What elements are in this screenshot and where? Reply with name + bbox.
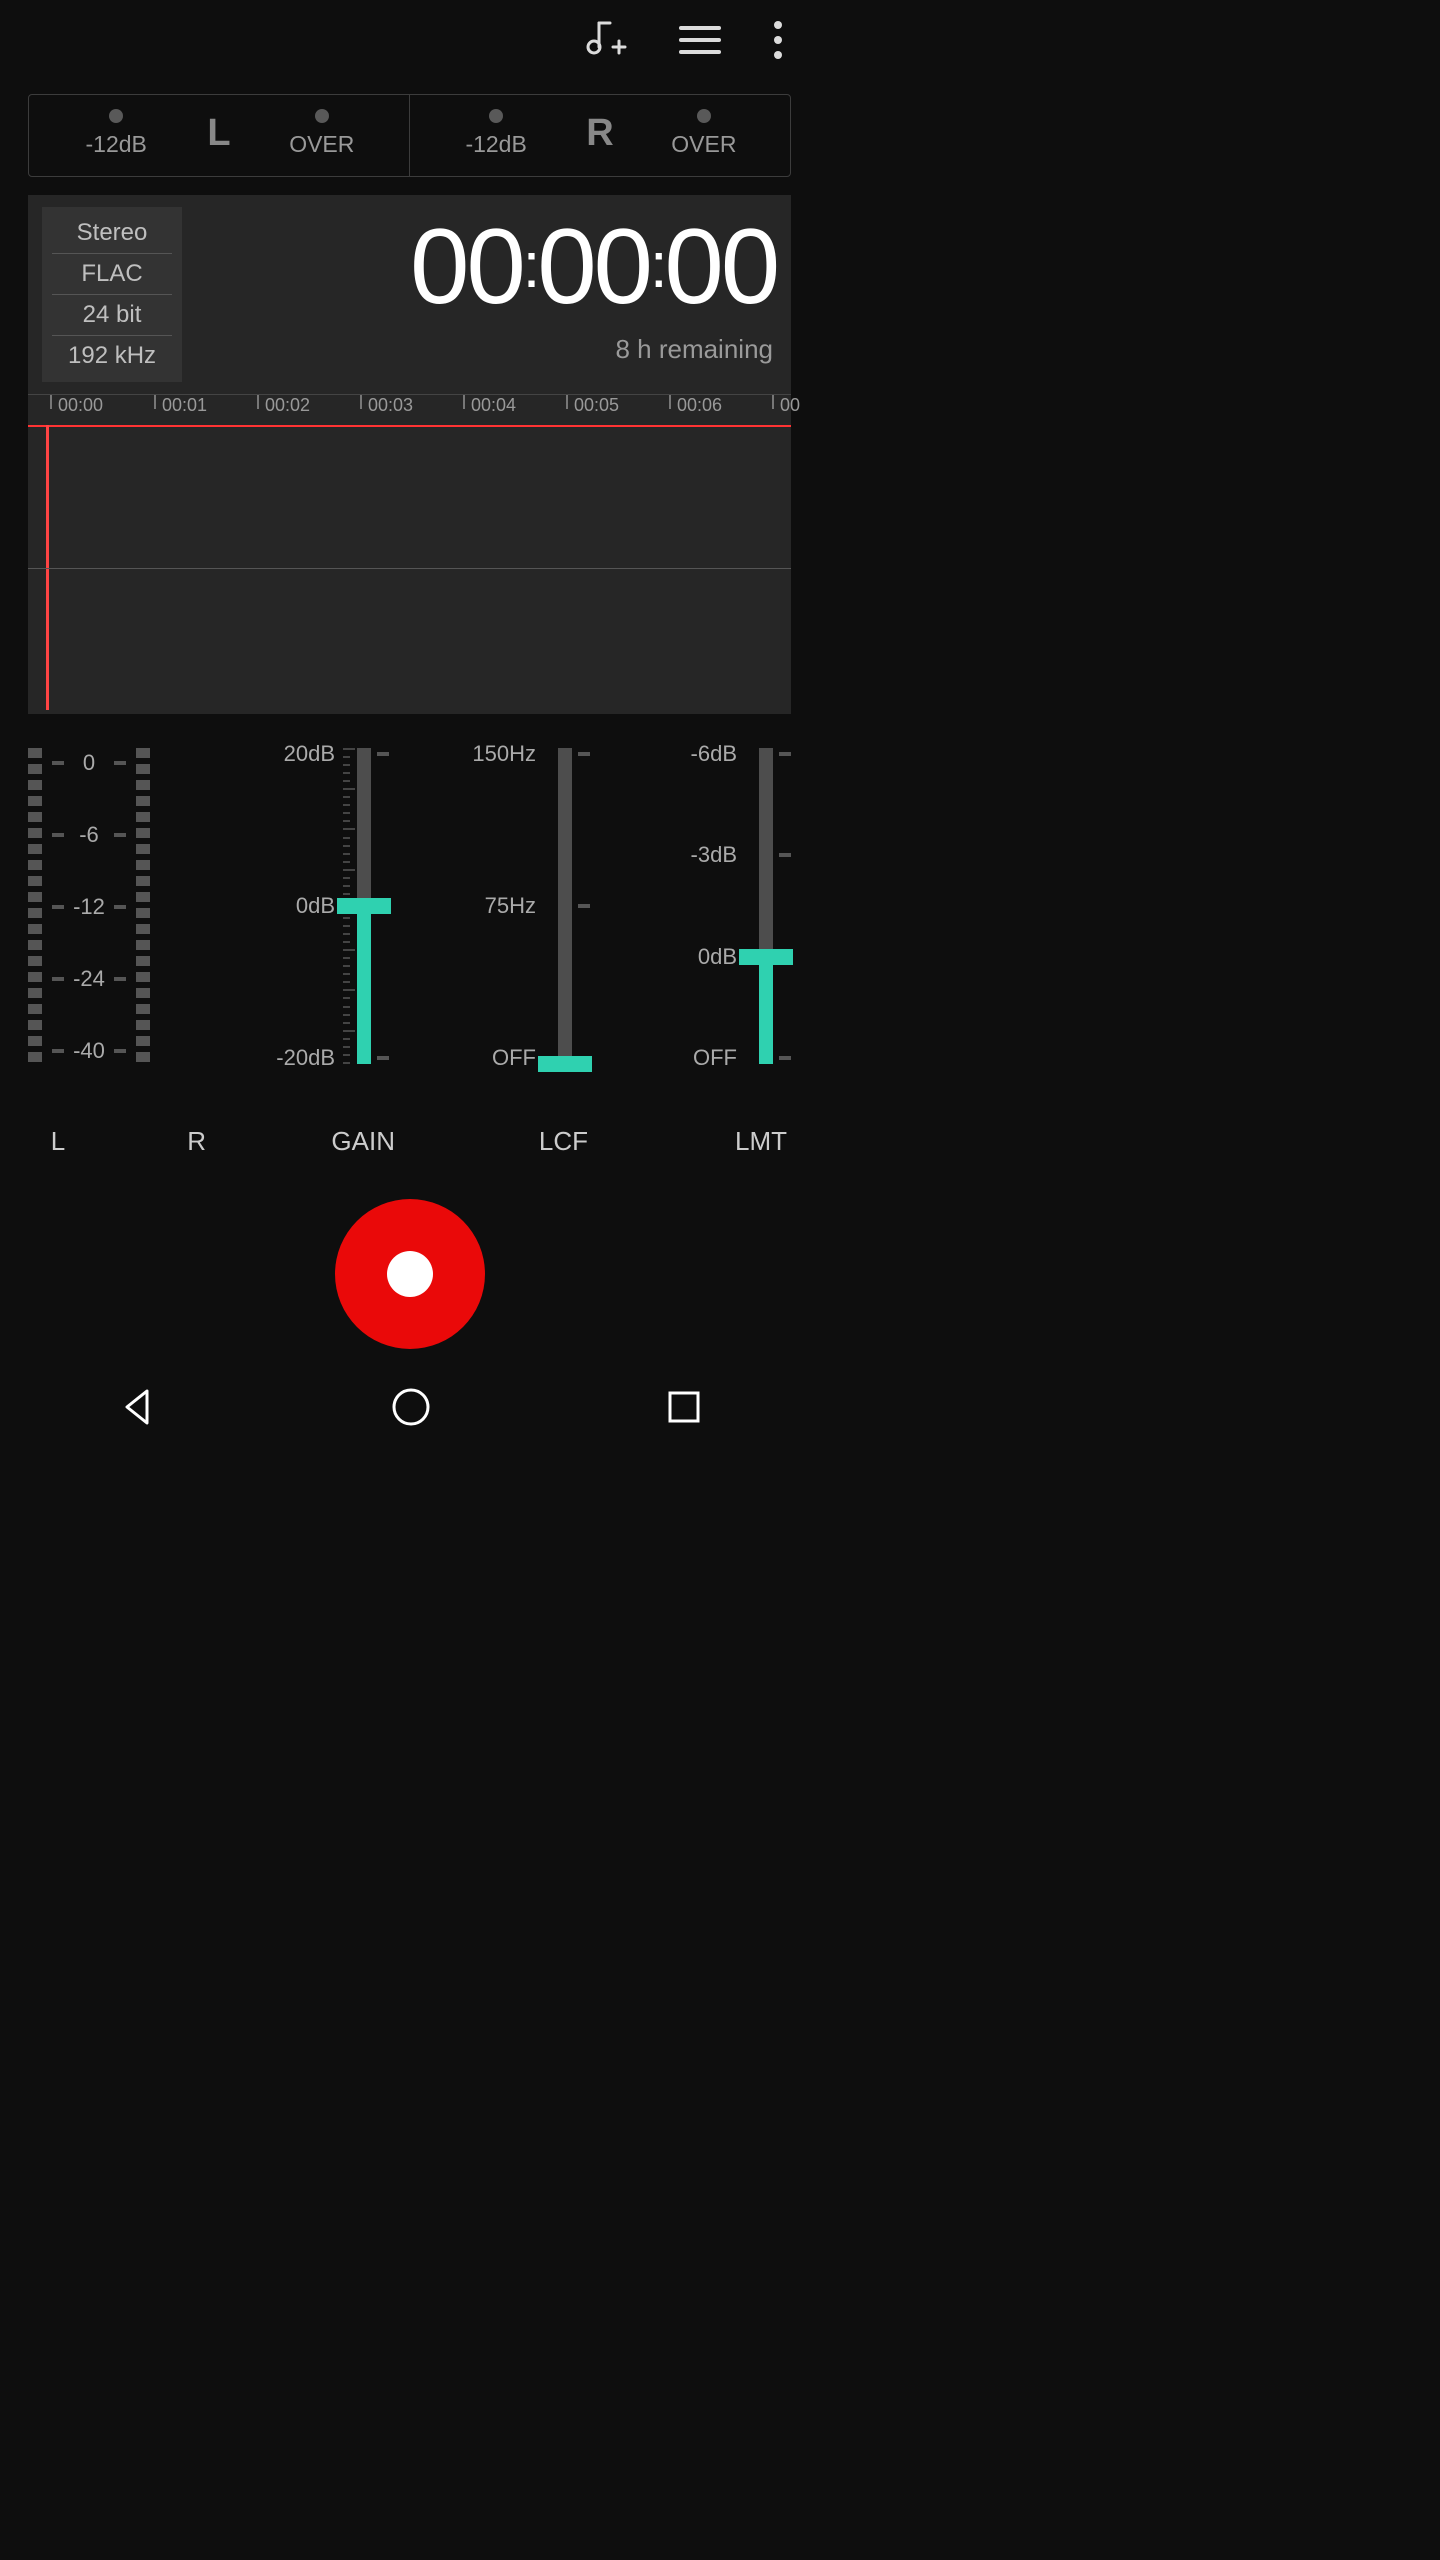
ruler-label: 00:04: [471, 395, 516, 416]
slider-label: 0dB: [296, 893, 335, 919]
ruler-tick: 00:04: [463, 395, 516, 416]
gain-heading: GAIN: [206, 1126, 399, 1157]
ruler-label: 00:06: [677, 395, 722, 416]
ruler-tick: 00:03: [360, 395, 413, 416]
record-button[interactable]: [335, 1199, 485, 1349]
record-timer: 00:00:00: [410, 213, 777, 320]
slider-label: OFF: [492, 1045, 536, 1071]
level-meter-left: [28, 748, 42, 1062]
left-over-led: [315, 109, 329, 123]
slider-label: 150Hz: [472, 741, 536, 767]
lmt-slider[interactable]: -6dB -3dB 0dB OFF: [620, 744, 791, 1124]
slider-thumb[interactable]: [337, 898, 391, 914]
channel-left: -12dB L OVER: [29, 95, 409, 176]
level-r-heading: R: [88, 1126, 206, 1157]
ruler-tick: 00:00: [50, 395, 103, 416]
ruler-tick: 00:06: [669, 395, 722, 416]
ruler-tick: 00:01: [154, 395, 207, 416]
level-meter: 0 -6 -12 -24 -40: [28, 744, 188, 1124]
slider-label: 0dB: [698, 944, 737, 970]
format-rate: 192 kHz: [52, 336, 172, 376]
ruler-tick: 00:02: [257, 395, 310, 416]
level-tick: -24: [52, 966, 126, 992]
add-audio-icon[interactable]: [581, 17, 627, 63]
ruler-label: 00:05: [574, 395, 619, 416]
gain-slider[interactable]: 20dB 0dB -20dB: [218, 744, 389, 1124]
level-tick: 0: [52, 750, 126, 776]
lcf-slider[interactable]: 150Hz 75Hz OFF: [419, 744, 590, 1124]
ruler-tick: 00: [772, 395, 800, 416]
playhead-line: [28, 425, 791, 427]
right-neg12-led: [489, 109, 503, 123]
slider-label: -20dB: [276, 1045, 335, 1071]
slider-fill: [357, 906, 371, 1064]
nav-home-icon[interactable]: [387, 1383, 435, 1436]
slider-label: -6dB: [691, 741, 737, 767]
ruler-label: 00:00: [58, 395, 103, 416]
time-remaining: 8 h remaining: [410, 334, 777, 365]
lmt-heading: LMT: [598, 1126, 791, 1157]
format-codec: FLAC: [52, 254, 172, 295]
right-over-led: [697, 109, 711, 123]
left-neg12-label: -12dB: [86, 131, 147, 158]
channel-left-letter: L: [203, 112, 234, 155]
slider-label: 75Hz: [485, 893, 536, 919]
left-over-label: OVER: [289, 131, 354, 158]
channel-right-letter: R: [582, 112, 617, 155]
ruler-label: 00: [780, 395, 800, 416]
record-dot-icon: [387, 1251, 433, 1297]
lcf-heading: LCF: [399, 1126, 598, 1157]
ruler-label: 00:02: [265, 395, 310, 416]
overflow-icon[interactable]: [773, 20, 783, 60]
channel-indicators: -12dB L OVER -12dB R OVER: [28, 94, 791, 177]
slider-label: 20dB: [284, 741, 335, 767]
format-depth: 24 bit: [52, 295, 172, 336]
format-channels: Stereo: [52, 213, 172, 254]
level-tick: -6: [52, 822, 126, 848]
right-over-label: OVER: [671, 131, 736, 158]
timer-mm: 00: [537, 206, 650, 326]
level-l-heading: L: [28, 1126, 88, 1157]
slider-thumb[interactable]: [739, 949, 793, 965]
slider-label: -3dB: [691, 842, 737, 868]
ruler-label: 00:01: [162, 395, 207, 416]
slider-track: [558, 748, 572, 1064]
left-neg12-led: [109, 109, 123, 123]
level-tick: -12: [52, 894, 126, 920]
slider-thumb[interactable]: [538, 1056, 592, 1072]
right-neg12-label: -12dB: [465, 131, 526, 158]
slider-label: OFF: [693, 1045, 737, 1071]
timer-hh: 00: [410, 206, 523, 326]
format-info: Stereo FLAC 24 bit 192 kHz: [42, 207, 182, 382]
waveform-display[interactable]: 00:0000:0100:0200:0300:0400:0500:0600: [28, 394, 791, 714]
channel-right: -12dB R OVER: [409, 95, 790, 176]
nav-back-icon[interactable]: [113, 1383, 161, 1436]
timer-ss: 00: [664, 206, 777, 326]
level-tick: -40: [52, 1038, 126, 1064]
menu-icon[interactable]: [677, 20, 723, 60]
ruler-label: 00:03: [368, 395, 413, 416]
ruler-tick: 00:05: [566, 395, 619, 416]
nav-recents-icon[interactable]: [662, 1385, 706, 1434]
slider-fill: [759, 957, 773, 1064]
level-meter-right: [136, 748, 150, 1062]
